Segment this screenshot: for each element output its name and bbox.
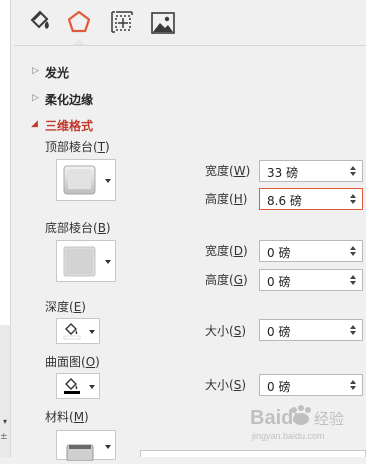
spin-up-icon[interactable] — [350, 275, 356, 279]
spin-up-icon[interactable] — [350, 325, 356, 329]
bottom-bevel-height-label: 高度(G) — [205, 273, 248, 287]
depth-size-value: 0 磅 — [267, 325, 291, 339]
lower-control-edge[interactable] — [140, 450, 366, 457]
spin-down-icon[interactable] — [350, 200, 356, 204]
chevron-down-icon — [89, 385, 95, 389]
baidu-jingyan-watermark: Baidu 经验 jingyan.baidu.com — [250, 398, 360, 442]
chevron-down-icon — [89, 330, 95, 334]
contour-color-picker[interactable] — [56, 373, 100, 399]
contour-size-label: 大小(S) — [205, 378, 246, 392]
contour-size-spinner[interactable]: 0 磅 — [259, 374, 363, 396]
spin-down-icon[interactable] — [350, 386, 356, 390]
bottom-bevel-width-spinner[interactable]: 0 磅 — [259, 240, 363, 262]
depth-size-label: 大小(S) — [205, 324, 246, 338]
top-bevel-width-label: 宽度(W) — [205, 164, 251, 178]
spin-up-icon[interactable] — [350, 194, 356, 198]
jingyan-wordmark: 经验 — [314, 410, 344, 428]
bottom-bevel-width-value: 0 磅 — [267, 246, 291, 260]
top-bevel-picker[interactable] — [56, 159, 116, 201]
bottom-bevel-label: 底部棱台(B) — [45, 221, 111, 235]
spin-up-icon[interactable] — [350, 166, 356, 170]
top-bevel-height-spinner[interactable]: 8.6 磅 — [259, 188, 363, 210]
depth-label: 深度(E) — [45, 300, 86, 314]
picture-icon[interactable] — [150, 10, 176, 36]
bottom-bevel-height-value: 0 磅 — [267, 275, 291, 289]
bottom-bevel-width-label: 宽度(D) — [205, 244, 248, 258]
top-bevel-width-value: 33 磅 — [267, 166, 299, 180]
left-scrollbar-track[interactable] — [0, 0, 10, 325]
top-bevel-width-spinner[interactable]: 33 磅 — [259, 160, 363, 182]
chevron-down-icon — [105, 445, 111, 449]
top-bevel-label: 顶部棱台(T) — [45, 140, 110, 154]
material-label: 材料(M) — [45, 410, 89, 424]
depth-size-spinner[interactable]: 0 磅 — [259, 319, 363, 341]
material-preview-icon — [65, 439, 95, 462]
chevron-down-icon — [105, 260, 111, 264]
glow-expand-icon[interactable]: ▷ — [32, 66, 42, 76]
watermark-url: jingyan.baidu.com — [251, 431, 325, 441]
tab-divider — [14, 45, 366, 46]
spin-down-icon[interactable] — [350, 172, 356, 176]
glow-section-header[interactable]: 发光 — [45, 64, 69, 81]
size-position-icon[interactable] — [109, 9, 135, 35]
material-picker[interactable] — [56, 430, 116, 462]
scroll-down-arrow-icon[interactable]: ▾ — [0, 417, 10, 429]
bevel-preview-icon — [63, 246, 96, 277]
top-bevel-height-value: 8.6 磅 — [267, 194, 302, 208]
spin-up-icon[interactable] — [350, 380, 356, 384]
spin-down-icon[interactable] — [350, 331, 356, 335]
format-3d-collapse-icon[interactable]: ◢ — [31, 119, 41, 129]
pentagon-icon[interactable] — [66, 9, 92, 35]
soft-edges-section-header[interactable]: 柔化边缘 — [45, 91, 93, 108]
spin-down-icon[interactable] — [350, 281, 356, 285]
depth-color-picker[interactable] — [56, 318, 100, 344]
spin-up-icon[interactable] — [350, 246, 356, 250]
bottom-bevel-picker[interactable] — [56, 240, 116, 282]
paint-bucket-icon — [63, 322, 81, 340]
bevel-preview-icon — [63, 165, 96, 195]
format-3d-section-header[interactable]: 三维格式 — [45, 117, 93, 134]
paint-bucket-icon — [63, 377, 81, 395]
paint-bucket-icon[interactable] — [28, 9, 54, 35]
left-tick-mark: ± — [0, 432, 8, 442]
spin-down-icon[interactable] — [350, 252, 356, 256]
baidu-wordmark: Baidu — [250, 407, 306, 429]
bottom-bevel-height-spinner[interactable]: 0 磅 — [259, 269, 363, 291]
top-bevel-height-label: 高度(H) — [205, 192, 248, 206]
soft-edges-expand-icon[interactable]: ▷ — [32, 93, 42, 103]
contour-size-value: 0 磅 — [267, 380, 291, 394]
chevron-down-icon — [105, 179, 111, 183]
contour-label: 曲面图(O) — [45, 355, 100, 369]
